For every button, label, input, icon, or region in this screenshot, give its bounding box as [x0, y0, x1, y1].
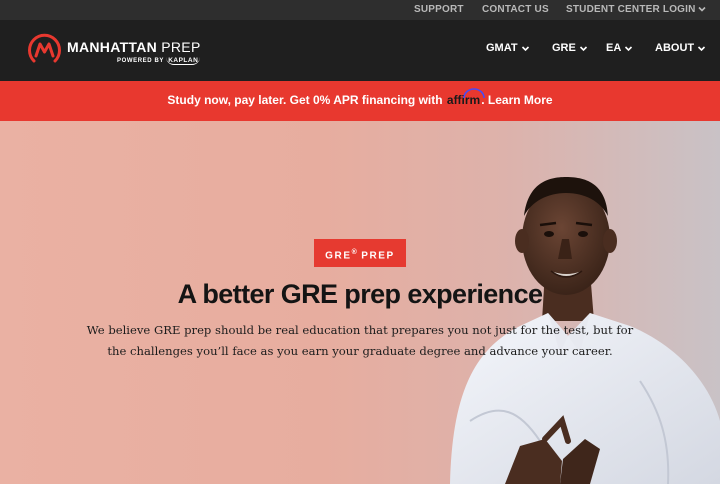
manhattan-prep-logo[interactable]: MANHATTAN PREP POWERED BY KAPLAN [26, 32, 216, 70]
nav-gmat-label: GMAT [486, 42, 518, 55]
logo-powered-by: POWERED BY KAPLAN [117, 57, 201, 65]
promo-text-before: Study now, pay later. Get 0% APR financi… [167, 93, 446, 107]
logo-brand-bold: MANHATTAN [67, 39, 158, 55]
promo-text: Study now, pay later. Get 0% APR financi… [0, 88, 720, 107]
nav-ea[interactable]: EA [606, 42, 633, 60]
contact-us-link[interactable]: CONTACT US [482, 0, 549, 20]
hero-section: GRE® PREP A better GRE prep experience W… [0, 121, 720, 484]
financing-promo-banner[interactable]: Study now, pay later. Get 0% APR financi… [0, 81, 720, 121]
chevron-down-icon [579, 46, 587, 51]
nav-gmat[interactable]: GMAT [486, 42, 530, 60]
chevron-down-icon [521, 46, 529, 51]
hero-headline: A better GRE prep experience [177, 279, 543, 309]
chevron-down-icon[interactable] [697, 3, 707, 15]
manhattan-prep-logo-icon [28, 33, 61, 63]
student-center-login-link[interactable]: STUDENT CENTER LOGIN [566, 0, 696, 20]
affirm-arc-icon [463, 88, 485, 99]
chevron-down-icon [625, 46, 633, 51]
badge-prep-text: PREP [356, 250, 395, 262]
affirm-logo: affirm [447, 88, 485, 107]
kaplan-text: KAPLAN [166, 57, 201, 65]
nav-gre[interactable]: GRE [552, 42, 588, 60]
hero-subcopy: We believe GRE prep should be real educa… [86, 323, 634, 358]
gre-prep-badge: GRE® PREP [314, 239, 406, 267]
main-navigation: MANHATTAN PREP POWERED BY KAPLAN GMAT GR… [0, 20, 720, 81]
support-link[interactable]: SUPPORT [414, 0, 464, 20]
nav-ea-label: EA [606, 42, 622, 55]
utility-bar: SUPPORT CONTACT US STUDENT CENTER LOGIN [0, 0, 720, 20]
nav-about-label: ABOUT [655, 42, 695, 55]
chevron-down-icon [698, 46, 706, 51]
learn-more-link[interactable]: Learn More [488, 93, 553, 107]
logo-brand-thin: PREP [157, 39, 201, 55]
badge-gre-text: GRE [325, 250, 352, 262]
nav-gre-label: GRE [552, 42, 576, 55]
logo-wordmark: MANHATTAN PREP [67, 39, 201, 55]
powered-by-text: POWERED BY [117, 58, 164, 64]
nav-about[interactable]: ABOUT [655, 42, 706, 60]
